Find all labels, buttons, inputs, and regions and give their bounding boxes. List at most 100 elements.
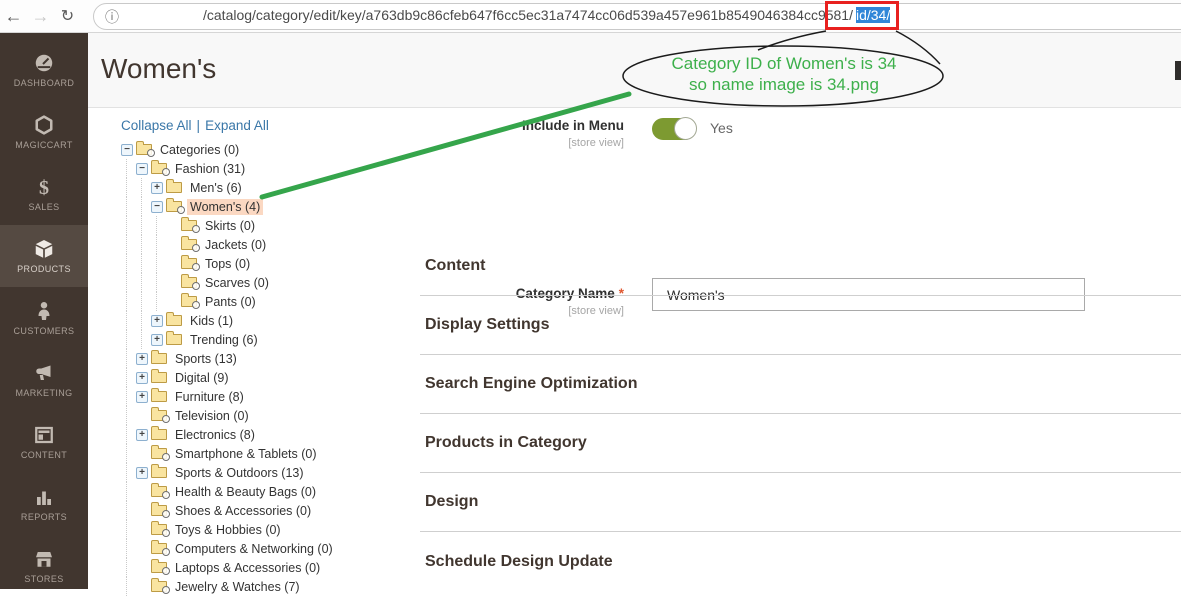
tree-item-label[interactable]: Fashion (31) — [172, 161, 248, 177]
collapse-toggle-icon[interactable]: − — [151, 201, 163, 213]
sidebar-item-reports[interactable]: REPORTS — [0, 473, 88, 535]
tree-item-label[interactable]: Trending (6) — [187, 332, 261, 348]
tree-item-label[interactable]: Skirts (0) — [202, 218, 258, 234]
section-design[interactable]: Design — [420, 473, 1181, 532]
sidebar-item-marketing[interactable]: MARKETING — [0, 349, 88, 411]
include-in-menu-toggle[interactable] — [652, 118, 696, 140]
magiccart-icon — [34, 115, 54, 135]
folder-icon — [166, 334, 182, 345]
tree-item-label[interactable]: Pants (0) — [202, 294, 259, 310]
tree-item-computers-networking-0: Computers & Networking (0) — [121, 539, 441, 558]
expand-toggle-icon[interactable]: + — [151, 182, 163, 194]
tree-item-smartphone-tablets-0: Smartphone & Tablets (0) — [121, 444, 441, 463]
section-display-settings[interactable]: Display Settings — [420, 296, 1181, 355]
tree-item-label[interactable]: Sports & Outdoors (13) — [172, 465, 307, 481]
tree-indent-guide — [121, 292, 136, 311]
tree-item-label[interactable]: Sports (13) — [172, 351, 240, 367]
tree-item-label[interactable]: Furniture (8) — [172, 389, 247, 405]
section-title: Products in Category — [425, 434, 587, 452]
tree-indent-guide — [121, 577, 136, 596]
tree-item-fashion-31: − Fashion (31) — [121, 159, 441, 178]
tree-item-label[interactable]: Men's (6) — [187, 180, 245, 196]
back-icon[interactable]: ← — [0, 0, 27, 33]
tree-item-label[interactable]: Jackets (0) — [202, 237, 269, 253]
reports-icon — [34, 487, 54, 507]
tree-item-label[interactable]: Categories (0) — [157, 142, 242, 158]
tree-indent-guide — [151, 216, 166, 235]
url-text[interactable]: /catalog/category/edit/key/a763db9c86cfe… — [203, 2, 899, 31]
section-products-in-category[interactable]: Products in Category — [420, 414, 1181, 473]
section-title: Schedule Design Update — [425, 553, 613, 571]
tree-indent-guide — [121, 254, 136, 273]
tree-item-label[interactable]: Computers & Networking (0) — [172, 541, 336, 557]
sidebar-item-label: PRODUCTS — [17, 264, 71, 274]
sidebar-item-customers[interactable]: CUSTOMERS — [0, 287, 88, 349]
address-bar[interactable]: ⓘ /catalog/category/edit/key/a763db9c86c… — [93, 3, 1181, 30]
sidebar-item-content[interactable]: CONTENT — [0, 411, 88, 473]
tree-item-label[interactable]: Smartphone & Tablets (0) — [172, 446, 320, 462]
sidebar-item-magiccart[interactable]: MAGICCART — [0, 101, 88, 163]
toggle-knob — [674, 117, 697, 140]
section-content[interactable]: Content — [420, 237, 1181, 296]
tree-indent-guide — [121, 311, 136, 330]
tree-indent-guide — [136, 311, 151, 330]
folder-icon — [151, 448, 167, 459]
tree-item-label[interactable]: Women's (4) — [187, 199, 263, 215]
expand-toggle-icon[interactable]: + — [151, 315, 163, 327]
sidebar-item-label: DASHBOARD — [14, 78, 75, 88]
section-schedule-design-update[interactable]: Schedule Design Update — [420, 532, 1181, 591]
tree-indent-guide — [121, 235, 136, 254]
section-title: Search Engine Optimization — [425, 375, 637, 393]
tree-item-label[interactable]: Television (0) — [172, 408, 252, 424]
truncated-corner-element — [1175, 61, 1181, 80]
tree-item-label[interactable]: Toys & Hobbies (0) — [172, 522, 284, 538]
expand-toggle-icon[interactable]: + — [136, 391, 148, 403]
tree-indent-guide — [121, 406, 136, 425]
tree-item-label[interactable]: Digital (9) — [172, 370, 232, 386]
expand-all-link[interactable]: Expand All — [205, 118, 269, 133]
page-info-icon[interactable]: ⓘ — [105, 7, 119, 27]
tree-indent-guide — [121, 368, 136, 387]
sidebar-item-products[interactable]: PRODUCTS — [0, 225, 88, 287]
tree-item-label[interactable]: Tops (0) — [202, 256, 253, 272]
folder-icon — [151, 391, 167, 402]
section-search-engine-optimization[interactable]: Search Engine Optimization — [420, 355, 1181, 414]
tree-indent-guide — [121, 558, 136, 577]
sidebar-item-stores[interactable]: STORES — [0, 535, 88, 589]
folder-icon — [151, 353, 167, 364]
expand-toggle-icon[interactable]: + — [136, 372, 148, 384]
tree-item-label[interactable]: Shoes & Accessories (0) — [172, 503, 314, 519]
tree-item-label[interactable]: Kids (1) — [187, 313, 236, 329]
collapse-toggle-icon[interactable]: − — [121, 144, 133, 156]
folder-icon — [181, 220, 197, 231]
tree-item-label[interactable]: Jewelry & Watches (7) — [172, 579, 303, 595]
tree-item-categories-0: − Categories (0) — [121, 140, 441, 159]
collapse-toggle-icon[interactable]: − — [136, 163, 148, 175]
expand-toggle-icon[interactable]: + — [136, 467, 148, 479]
stores-icon — [34, 549, 54, 569]
sales-icon: $ — [34, 177, 54, 197]
tree-item-sports-13: + Sports (13) — [121, 349, 441, 368]
sidebar-item-sales[interactable]: $SALES — [0, 163, 88, 225]
forward-icon[interactable]: → — [27, 0, 54, 33]
tree-item-label[interactable]: Laptops & Accessories (0) — [172, 560, 323, 576]
tree-item-label[interactable]: Electronics (8) — [172, 427, 258, 443]
sidebar-item-label: CUSTOMERS — [14, 326, 75, 336]
tree-item-tops-0: Tops (0) — [121, 254, 441, 273]
expand-toggle-icon[interactable]: + — [136, 429, 148, 441]
admin-sidebar: DASHBOARD MAGICCART$SALES PRODUCTS CUSTOMER… — [0, 33, 88, 589]
tree-indent-guide — [121, 444, 136, 463]
tree-item-sports-outdoors-13: + Sports & Outdoors (13) — [121, 463, 441, 482]
toggle-value-label: Yes — [710, 120, 733, 136]
tree-indent-guide — [121, 425, 136, 444]
svg-text:$: $ — [39, 177, 49, 197]
products-icon — [34, 239, 54, 259]
collapse-all-link[interactable]: Collapse All — [121, 118, 192, 133]
tree-item-label[interactable]: Health & Beauty Bags (0) — [172, 484, 319, 500]
expand-toggle-icon[interactable]: + — [136, 353, 148, 365]
expand-toggle-icon[interactable]: + — [151, 334, 163, 346]
tree-item-label[interactable]: Scarves (0) — [202, 275, 272, 291]
reload-icon[interactable]: ↻ — [54, 0, 81, 33]
folder-icon — [151, 581, 167, 592]
sidebar-item-dashboard[interactable]: DASHBOARD — [0, 39, 88, 101]
